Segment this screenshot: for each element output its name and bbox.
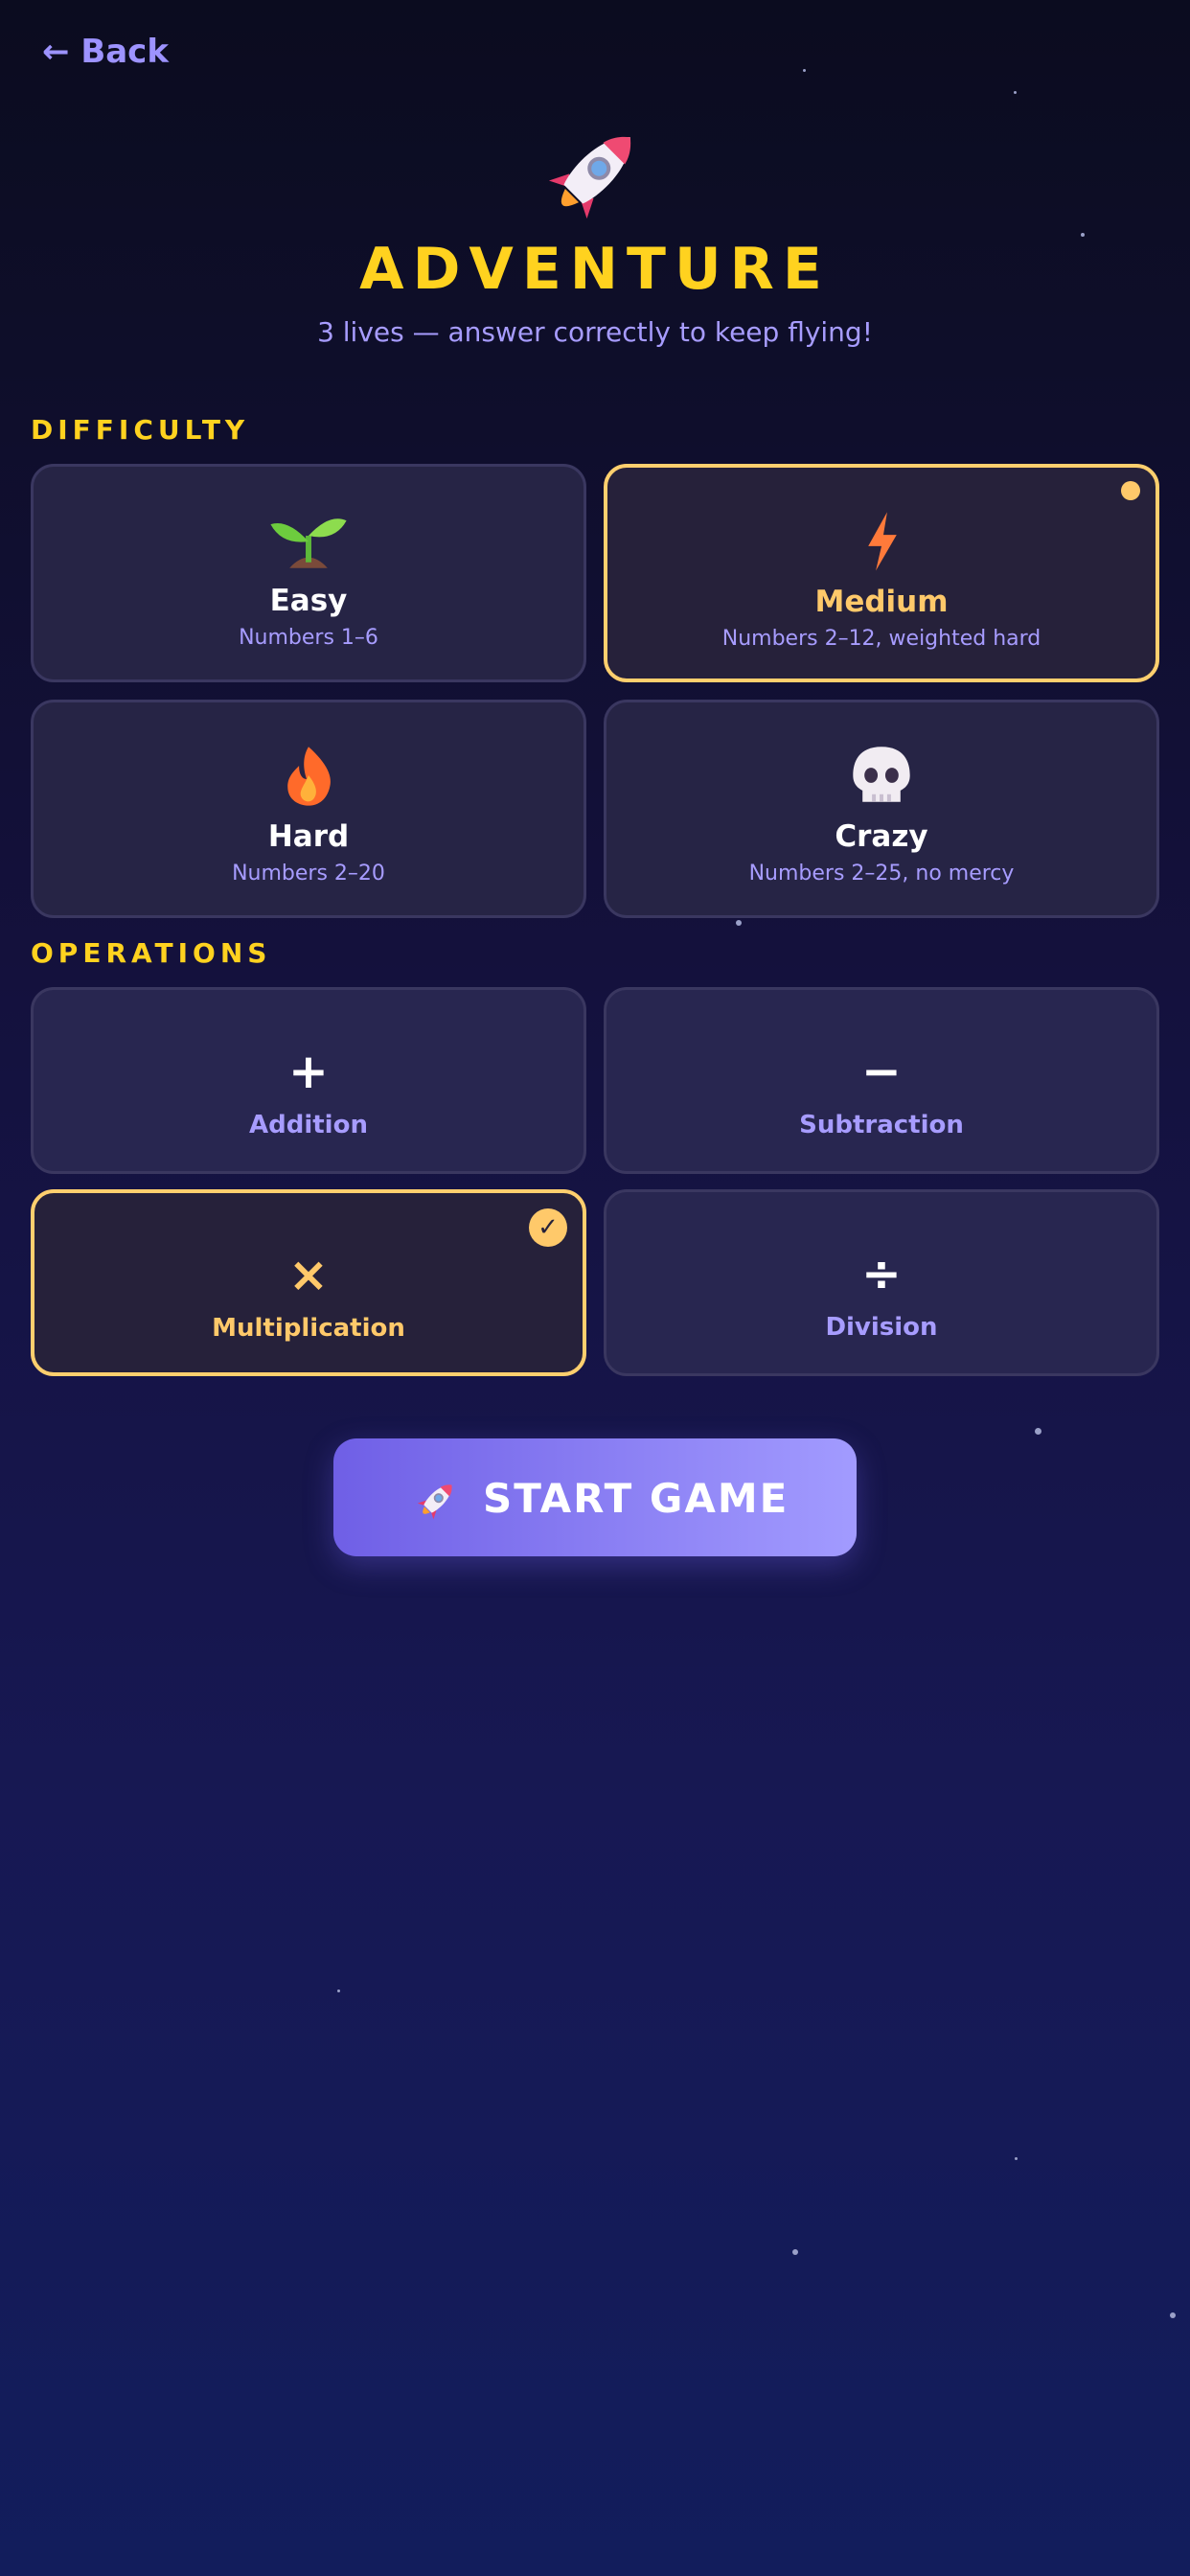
skull-icon (853, 747, 910, 802)
operations-heading: OPERATIONS (31, 937, 272, 969)
star (1015, 2157, 1018, 2160)
operation-option-division[interactable]: ÷ Division (604, 1189, 1159, 1376)
star (803, 69, 806, 72)
difficulty-option-crazy[interactable]: Crazy Numbers 2–25, no mercy (604, 700, 1159, 918)
difficulty-desc: Numbers 2–20 (232, 862, 385, 886)
star (337, 1990, 340, 1992)
operation-label: Subtraction (799, 1111, 964, 1139)
difficulty-label: Hard (267, 819, 350, 854)
lightning-icon (868, 512, 897, 571)
operation-option-addition[interactable]: + Addition (31, 987, 586, 1174)
back-button[interactable]: ← Back (42, 33, 169, 71)
difficulty-desc: Numbers 2–25, no mercy (748, 862, 1015, 886)
operation-option-multiplication[interactable]: ✓ × Multiplication (31, 1189, 586, 1376)
rocket-icon (417, 1484, 452, 1520)
operation-label: Division (825, 1313, 938, 1342)
selected-indicator (1121, 481, 1140, 500)
difficulty-desc: Numbers 2–12, weighted hard (721, 627, 1041, 651)
difficulty-label: Crazy (835, 819, 928, 854)
star (792, 2249, 798, 2255)
fire-icon (287, 747, 331, 806)
difficulty-option-hard[interactable]: Hard Numbers 2–20 (31, 700, 586, 918)
difficulty-desc: Numbers 1–6 (239, 626, 378, 650)
difficulty-label: Medium (814, 585, 949, 619)
start-game-button[interactable]: START GAME (333, 1438, 857, 1556)
plus-icon: + (288, 1044, 329, 1099)
difficulty-heading: DIFFICULTY (31, 414, 250, 446)
seedling-icon (270, 518, 347, 568)
times-icon: × (288, 1247, 329, 1302)
star (1035, 1428, 1041, 1435)
difficulty-label: Easy (269, 584, 348, 618)
star (1170, 2312, 1176, 2318)
rocket-icon (548, 136, 631, 219)
page-title: ADVENTURE (359, 236, 831, 303)
operation-option-subtraction[interactable]: − Subtraction (604, 987, 1159, 1174)
star (1014, 91, 1017, 94)
operation-label: Multiplication (212, 1314, 405, 1343)
page-subtitle: 3 lives — answer correctly to keep flyin… (317, 316, 873, 348)
operation-label: Addition (249, 1111, 368, 1139)
start-game-label: START GAME (483, 1475, 790, 1522)
star (736, 920, 742, 926)
difficulty-option-medium[interactable]: Medium Numbers 2–12, weighted hard (604, 464, 1159, 682)
difficulty-option-easy[interactable]: Easy Numbers 1–6 (31, 464, 586, 682)
divide-icon: ÷ (861, 1246, 902, 1301)
checkmark-icon: ✓ (529, 1208, 567, 1247)
minus-icon: − (861, 1044, 902, 1099)
